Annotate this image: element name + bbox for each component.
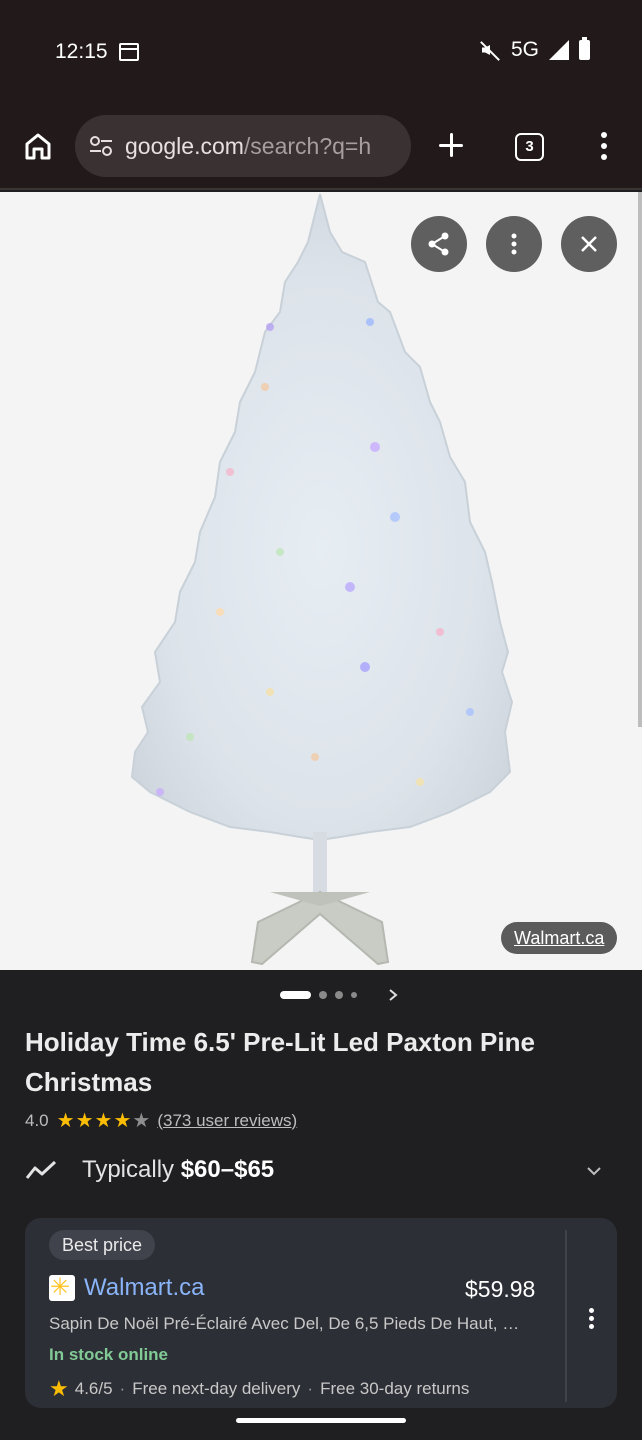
separator-dot: · (307, 1379, 314, 1398)
product-title: Holiday Time 6.5' Pre-Lit Led Paxton Pin… (25, 1027, 535, 1097)
star-icon: ★ (49, 1376, 69, 1401)
browser-toolbar: google.com/search?q=h 3 (0, 100, 642, 190)
network-label: 5G (510, 38, 539, 61)
image-viewer: Walmart.ca (0, 192, 642, 970)
more-icon (511, 233, 517, 255)
trend-icon (25, 1160, 57, 1179)
offer-card[interactable]: Best price Walmart.ca $59.98 Sapin De No… (25, 1218, 617, 1408)
carousel-indicator (280, 990, 357, 1000)
url-path: /search?q=h (243, 133, 372, 159)
close-icon (581, 236, 597, 252)
tune-icon[interactable] (89, 135, 113, 157)
address-bar[interactable]: google.com/search?q=h (75, 115, 411, 177)
tab-switcher-button[interactable]: 3 (515, 133, 544, 161)
typical-prefix: Typically (82, 1156, 181, 1183)
image-source-link[interactable]: Walmart.ca (501, 922, 618, 954)
close-button[interactable] (561, 216, 617, 272)
store-name[interactable]: Walmart.ca (84, 1274, 204, 1302)
returns-info: Free 30-day returns (320, 1379, 470, 1398)
gesture-bar[interactable] (236, 1418, 406, 1423)
rating-value: 4.0 (25, 1110, 49, 1130)
product-image[interactable] (120, 192, 520, 970)
carousel-dot[interactable] (351, 992, 357, 998)
separator-dot: · (119, 1379, 126, 1398)
battery-icon (579, 37, 590, 60)
typical-range: $60–$65 (180, 1156, 275, 1183)
url-host: google.com (125, 133, 244, 159)
rating-stars: ★★★★★ (57, 1108, 152, 1133)
status-icons: 5G (479, 37, 590, 62)
product-rating: 4.0 ★★★★★ (373 user reviews) (25, 1108, 297, 1133)
price-insights-row[interactable]: Typically $60–$65 (25, 1150, 617, 1192)
star-icon: ★ (113, 1110, 133, 1132)
typical-price: Typically $60–$65 (82, 1156, 274, 1184)
star-icon: ★ (94, 1110, 114, 1132)
calendar-icon (119, 43, 139, 61)
delivery-info: Free next-day delivery (132, 1379, 301, 1398)
carousel-dot[interactable] (319, 991, 327, 999)
mute-icon (479, 39, 501, 61)
offer-price: $59.98 (465, 1276, 536, 1302)
plus-icon[interactable] (436, 130, 466, 160)
chevron-right-icon[interactable] (386, 985, 400, 1005)
carousel-dot[interactable] (335, 991, 343, 999)
url-text[interactable]: google.com/search?q=h (125, 133, 403, 160)
chevron-down-icon[interactable] (585, 1162, 603, 1180)
kebab-menu-icon[interactable] (598, 132, 610, 162)
offer-menu-icon[interactable] (587, 1308, 595, 1330)
more-button[interactable] (486, 216, 542, 272)
best-price-badge: Best price (49, 1230, 156, 1260)
star-icon: ★ (56, 1110, 76, 1132)
reviews-link[interactable]: (373 user reviews) (157, 1111, 297, 1131)
stock-status: In stock online (49, 1345, 169, 1364)
star-icon: ★ (75, 1110, 95, 1132)
carousel-dot-active[interactable] (280, 991, 311, 999)
store-rating: 4.6/5 (74, 1379, 113, 1398)
status-time: 12:15 (55, 40, 108, 63)
signal-icon (549, 40, 569, 60)
offer-description: Sapin De Noël Pré-Éclairé Avec Del, De 6… (49, 1314, 520, 1333)
share-button[interactable] (411, 216, 467, 272)
store-row[interactable]: Walmart.ca (49, 1273, 204, 1302)
divider (565, 1230, 567, 1402)
star-icon: ★ (132, 1110, 152, 1132)
share-icon (428, 232, 449, 256)
walmart-logo-icon (49, 1273, 75, 1302)
home-icon[interactable] (22, 130, 54, 162)
offer-meta: ★ 4.6/5 · Free next-day delivery · Free … (49, 1376, 469, 1402)
status-bar: 12:15 5G (0, 0, 642, 100)
scrollbar[interactable] (638, 192, 642, 727)
